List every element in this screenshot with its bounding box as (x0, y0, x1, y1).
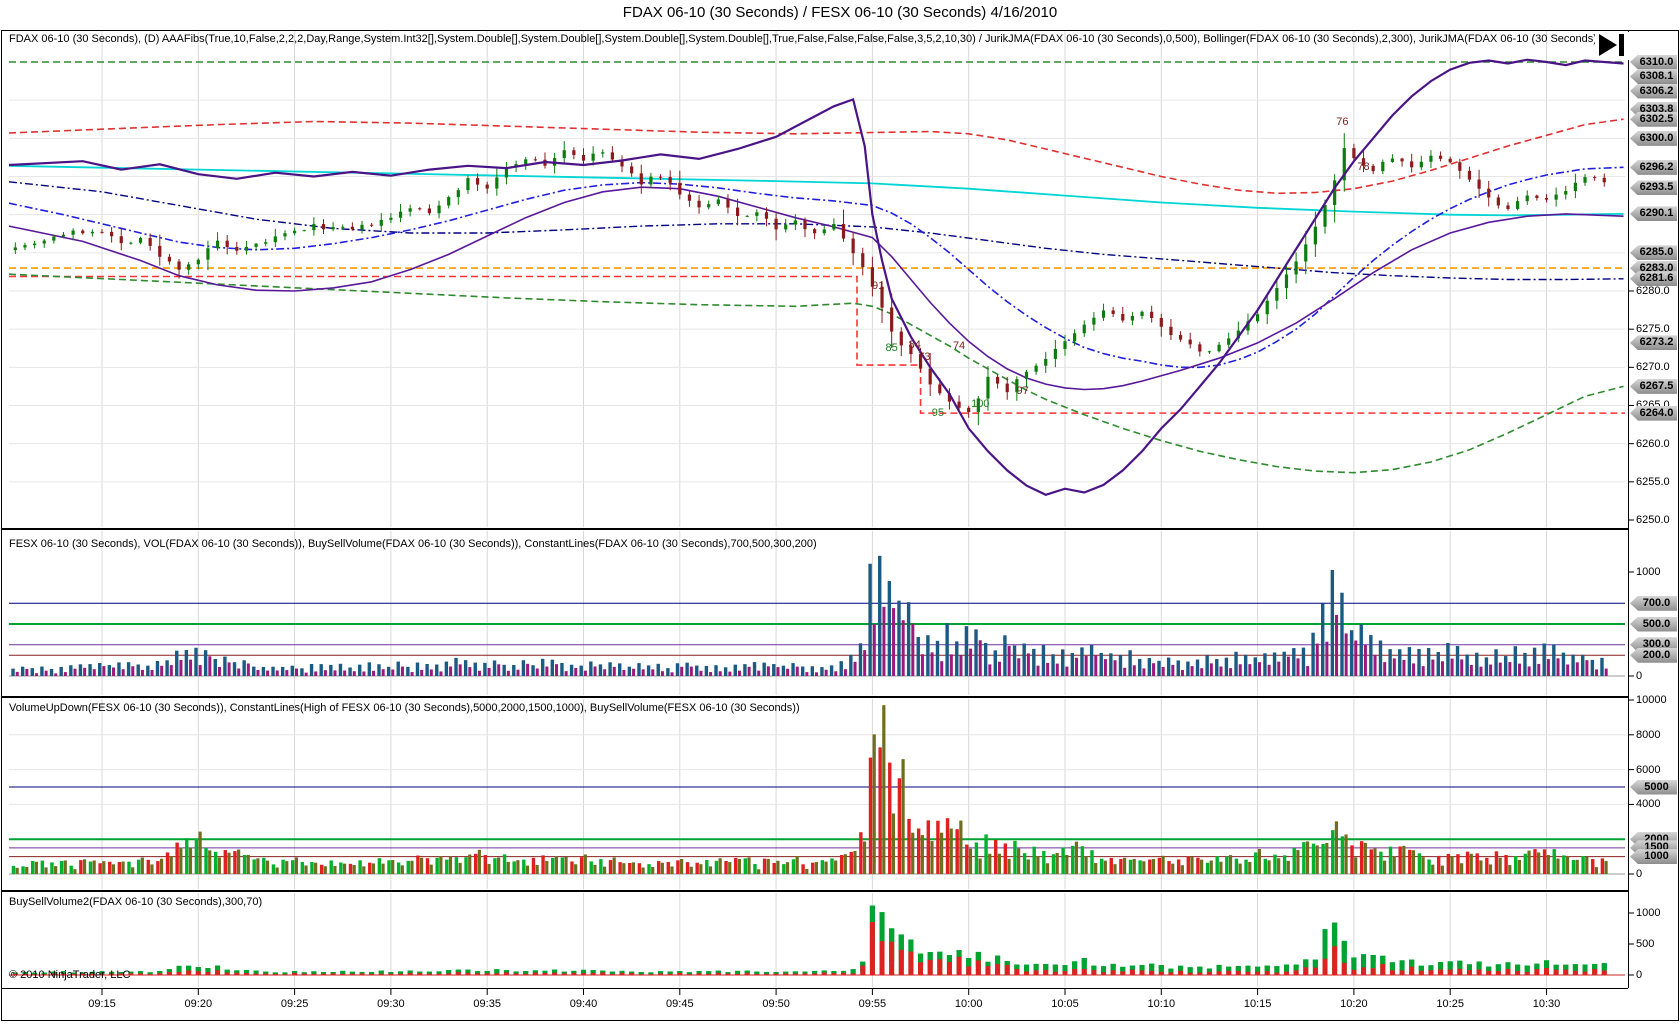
price-axis-tag: 1000 (1630, 849, 1677, 865)
price-panel-indicator-label: FDAX 06-10 (30 Seconds), (D) AAAFibs(Tru… (9, 33, 1616, 45)
price-axis-tag: 6281.6 (1630, 271, 1677, 287)
time-axis-label: 09:55 (858, 998, 887, 1010)
jurik-jma-slow (8, 181, 1624, 281)
y-axis-tick-label: 6250.0 (1636, 513, 1670, 526)
volume-fdax-bars (9, 555, 1625, 677)
bar-annotation: 76 (1336, 115, 1349, 128)
bar-annotation: 95 (931, 407, 944, 420)
time-axis-label: 10:30 (1532, 998, 1561, 1010)
price-axis-tag: 6300.0 (1630, 130, 1677, 146)
bollinger-lower (8, 273, 1624, 474)
bar-annotation: 97 (1016, 384, 1029, 397)
time-axis-label: 09:30 (377, 998, 405, 1010)
volume-panel-indicator-label: FESX 06-10 (30 Seconds), VOL(FDAX 06-10 … (9, 538, 817, 550)
bar-annotation: 74 (952, 339, 966, 352)
bar-annotation: 85 (885, 342, 898, 355)
price-axis-tag: 6308.1 (1630, 69, 1677, 84)
price-axis-tag: 6310.0 (1630, 54, 1677, 70)
go-to-last-bar-icon[interactable] (1595, 32, 1629, 60)
time-axis-label: 09:20 (184, 998, 213, 1010)
y-axis-tick-label: 6000 (1636, 763, 1661, 776)
bollinger-middle (8, 164, 1624, 217)
price-axis-tag: 6285.0 (1630, 245, 1677, 261)
y-axis-tick-label: 4000 (1636, 798, 1661, 811)
price-axis-tag: 6296.2 (1630, 159, 1677, 175)
time-axis-label: 09:50 (762, 998, 790, 1010)
price-axis-tag: 6293.5 (1630, 180, 1677, 196)
time-axis-label: 10:25 (1436, 998, 1464, 1010)
price-axis-tag: 700.0 (1630, 595, 1677, 611)
time-axis-label: 10:15 (1243, 998, 1272, 1010)
bar-annotation: 100 (971, 397, 990, 410)
bar-annotation: 78 (1357, 161, 1370, 174)
price-axis-tag: 200.0 (1630, 647, 1677, 663)
time-axis-label: 09:40 (569, 998, 598, 1010)
jurik-jma-medium (8, 186, 1624, 391)
copyright-watermark: © 2010 NinjaTrader, LLC (9, 969, 131, 981)
time-axis-label: 10:20 (1340, 998, 1368, 1010)
indicator-lines (8, 118, 1624, 474)
y-axis-tick-label: 6260.0 (1636, 437, 1670, 450)
time-axis-label: 10:05 (1051, 998, 1079, 1010)
bar-annotation: 73 (918, 351, 931, 364)
price-axis-tag: 6267.5 (1630, 378, 1677, 394)
price-axis-tag: 6264.0 (1630, 405, 1677, 421)
price-axis-tag: 6290.1 (1630, 206, 1677, 222)
time-axis-label: 10:00 (954, 998, 983, 1010)
y-axis-tick-label: 6255.0 (1636, 475, 1670, 488)
y-axis-tick-label: 1000 (1636, 907, 1661, 919)
y-axis-tick-label: 0 (1636, 969, 1643, 981)
y-axis-tick-label: 10000 (1636, 694, 1667, 706)
chart-canvas[interactable] (0, 0, 1680, 1027)
buysellvolume2-bars (9, 905, 1625, 976)
time-axis-label: 09:35 (473, 998, 501, 1010)
time-axis-label: 10:10 (1147, 998, 1176, 1010)
price-axis-tag: 6306.2 (1630, 83, 1677, 99)
price-axis-tag: 6302.5 (1630, 111, 1677, 127)
gridlines (9, 31, 1625, 987)
y-axis-tick-label: 8000 (1636, 728, 1661, 741)
price-axis-tag: 5000 (1630, 779, 1677, 795)
time-axis-label: 09:25 (280, 998, 309, 1010)
trading-chart-window: FDAX 06-10 (30 Seconds) / FESX 06-10 (30… (0, 0, 1680, 1027)
y-axis-tick-label: 0 (1636, 868, 1643, 880)
y-axis-tick-label: 1000 (1636, 566, 1661, 578)
axis-tick-marks (101, 290, 1634, 995)
volumeupdown-fesx-bars (9, 705, 1625, 875)
y-axis-tick-label: 6275.0 (1636, 323, 1670, 336)
price-axis-tag: 6273.2 (1630, 335, 1677, 351)
price-axis-tag: 500.0 (1630, 616, 1677, 632)
volumeupdown-panel-indicator-label: VolumeUpDown(FESX 06-10 (30 Seconds)), C… (9, 702, 800, 714)
time-axis-label: 09:45 (666, 998, 694, 1010)
y-axis-tick-label: 6270.0 (1636, 361, 1670, 374)
y-axis-tick-label: 0 (1636, 670, 1643, 682)
bar-annotation: 91 (872, 280, 885, 293)
buysellvolume2-panel-indicator-label: BuySellVolume2(FDAX 06-10 (30 Seconds),3… (9, 896, 263, 908)
y-axis-tick-label: 500 (1636, 938, 1655, 950)
time-axis-label: 09:15 (88, 998, 116, 1010)
bar-annotation: 84 (908, 339, 921, 352)
